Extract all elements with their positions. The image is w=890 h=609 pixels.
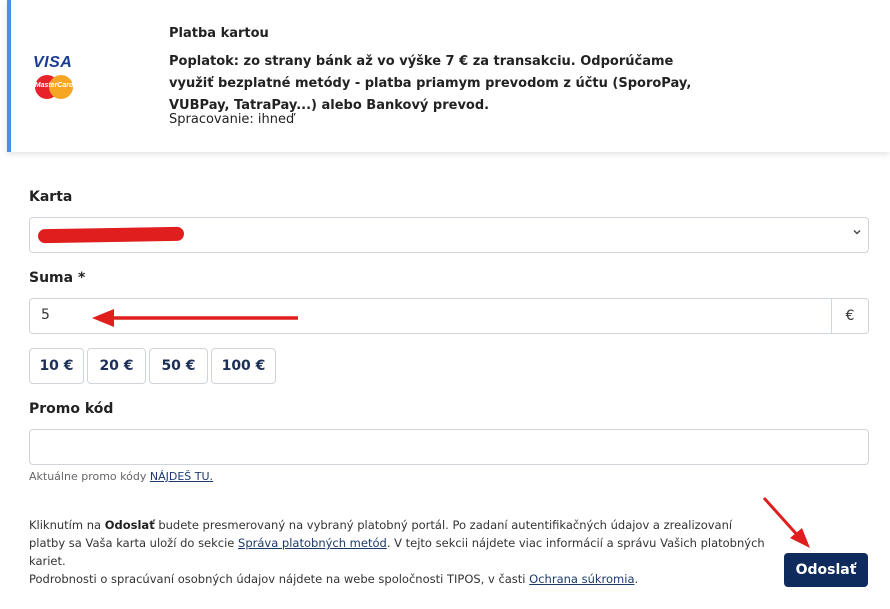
quick-amount-50[interactable]: 50 € xyxy=(149,348,208,384)
chevron-down-icon xyxy=(852,227,862,240)
redacted-card-value xyxy=(37,226,185,244)
card-select[interactable] xyxy=(29,217,869,253)
card-label: Karta xyxy=(29,189,73,205)
visa-logo: VISA xyxy=(33,54,73,71)
amount-label: Suma * xyxy=(29,270,86,286)
quick-amount-10[interactable]: 10 € xyxy=(29,348,84,384)
mastercard-logo: MasterCard xyxy=(33,74,75,100)
annotation-arrow-left xyxy=(92,309,298,327)
promo-codes-link[interactable]: NÁJDEŠ TU. xyxy=(150,470,213,483)
submit-button[interactable]: Odoslať xyxy=(784,553,868,587)
processing-time: Spracovanie: ihneď xyxy=(169,112,295,127)
annotation-arrow-down xyxy=(762,496,810,548)
payment-methods-link[interactable]: Správa platobných metód xyxy=(238,536,387,550)
card-logos: VISA MasterCard xyxy=(33,55,75,101)
privacy-link[interactable]: Ochrana súkromia xyxy=(529,572,634,586)
amount-value: 5 xyxy=(41,307,50,323)
selected-accent-bar xyxy=(7,0,11,152)
promo-label: Promo kód xyxy=(29,401,114,417)
payment-method-title: Platba kartou xyxy=(169,26,269,41)
quick-amount-100[interactable]: 100 € xyxy=(211,348,276,384)
promo-hint: Aktuálne promo kódy NÁJDEŠ TU. xyxy=(29,470,214,483)
promo-input[interactable] xyxy=(29,429,869,465)
currency-addon: € xyxy=(831,298,869,334)
info-text: Kliknutím na Odoslať budete presmerovaný… xyxy=(29,518,765,586)
payment-fee-notice: Poplatok: zo strany bánk až vo výške 7 €… xyxy=(169,54,692,113)
quick-amount-20[interactable]: 20 € xyxy=(87,348,146,384)
